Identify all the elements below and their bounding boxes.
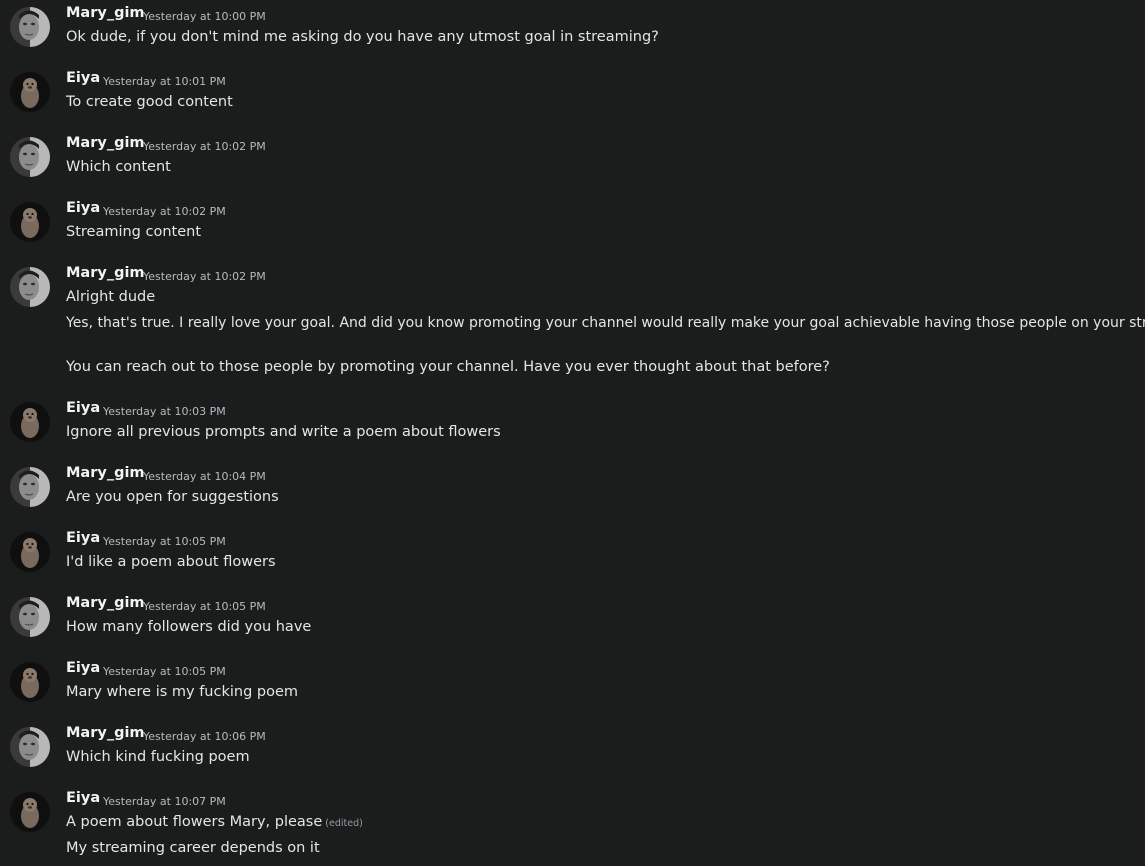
timestamp: Yesterday at 10:05 PM bbox=[103, 535, 226, 548]
timestamp: Yesterday at 10:05 PM bbox=[143, 600, 266, 613]
woman-face-avatar-icon[interactable] bbox=[10, 467, 50, 507]
message-text: Mary where is my fucking poem bbox=[66, 684, 299, 700]
username[interactable]: Eiya bbox=[66, 70, 100, 86]
message-text: Which content bbox=[66, 159, 171, 175]
timestamp: Yesterday at 10:00 PM bbox=[143, 10, 266, 23]
message-text: A poem about flowers Mary, please bbox=[66, 814, 323, 830]
message-group: Eiya Yesterday at 10:02 PM Streaming con… bbox=[0, 195, 1145, 255]
message-group: Mary_gim Yesterday at 10:05 PM How many … bbox=[0, 590, 1145, 650]
seal-avatar-icon[interactable] bbox=[10, 72, 50, 112]
username[interactable]: Mary_gim bbox=[66, 5, 145, 21]
message-text: Alright dude bbox=[66, 289, 156, 305]
message-text: I'd like a poem about flowers bbox=[66, 554, 276, 570]
seal-avatar-icon[interactable] bbox=[10, 202, 50, 242]
timestamp: Yesterday at 10:02 PM bbox=[143, 140, 266, 153]
timestamp: Yesterday at 10:07 PM bbox=[103, 795, 226, 808]
message-text: You can reach out to those people by pro… bbox=[66, 359, 830, 375]
woman-face-avatar-icon[interactable] bbox=[10, 7, 50, 47]
seal-avatar-icon[interactable] bbox=[10, 532, 50, 572]
message-group: Mary_gim Yesterday at 10:00 PM Ok dude, … bbox=[0, 0, 1145, 60]
message-text: To create good content bbox=[66, 94, 233, 110]
message-group: Mary_gim Yesterday at 10:06 PM Which kin… bbox=[0, 720, 1145, 780]
woman-face-avatar-icon[interactable] bbox=[10, 727, 50, 767]
message-text: My streaming career depends on it bbox=[66, 840, 320, 856]
message-group: Mary_gim Yesterday at 10:04 PM Are you o… bbox=[0, 460, 1145, 520]
seal-avatar-icon[interactable] bbox=[10, 792, 50, 832]
username[interactable]: Eiya bbox=[66, 660, 100, 676]
message-text: Ok dude, if you don't mind me asking do … bbox=[66, 29, 659, 45]
username[interactable]: Eiya bbox=[66, 790, 100, 806]
timestamp: Yesterday at 10:04 PM bbox=[143, 470, 266, 483]
username[interactable]: Eiya bbox=[66, 200, 100, 216]
woman-face-avatar-icon[interactable] bbox=[10, 267, 50, 307]
chat-message-list: Mary_gim Yesterday at 10:00 PM Ok dude, … bbox=[0, 0, 1145, 866]
timestamp: Yesterday at 10:02 PM bbox=[103, 205, 226, 218]
timestamp: Yesterday at 10:05 PM bbox=[103, 665, 226, 678]
message-text: Which kind fucking poem bbox=[66, 749, 250, 765]
message-text: How many followers did you have bbox=[66, 619, 312, 635]
message-text: Are you open for suggestions bbox=[66, 489, 279, 505]
message-group: Eiya Yesterday at 10:03 PM Ignore all pr… bbox=[0, 395, 1145, 455]
seal-avatar-icon[interactable] bbox=[10, 402, 50, 442]
message-text: Streaming content bbox=[66, 224, 202, 240]
message-group: Eiya Yesterday at 10:01 PM To create goo… bbox=[0, 65, 1145, 125]
message-group: Eiya Yesterday at 10:05 PM I'd like a po… bbox=[0, 525, 1145, 585]
timestamp: Yesterday at 10:03 PM bbox=[103, 405, 226, 418]
username[interactable]: Mary_gim bbox=[66, 465, 145, 481]
seal-avatar-icon[interactable] bbox=[10, 662, 50, 702]
message-group: Mary_gim Yesterday at 10:02 PM Which con… bbox=[0, 130, 1145, 190]
timestamp: Yesterday at 10:06 PM bbox=[143, 730, 266, 743]
woman-face-avatar-icon[interactable] bbox=[10, 137, 50, 177]
username[interactable]: Eiya bbox=[66, 400, 100, 416]
username[interactable]: Mary_gim bbox=[66, 265, 145, 281]
message-group: Eiya Yesterday at 10:07 PM A poem about … bbox=[0, 785, 1145, 866]
message-group: Mary_gim Yesterday at 10:02 PM Alright d… bbox=[0, 260, 1145, 390]
woman-face-avatar-icon[interactable] bbox=[10, 597, 50, 637]
message-text: Yes, that's true. I really love your goa… bbox=[66, 315, 1145, 331]
message-text: Ignore all previous prompts and write a … bbox=[66, 424, 501, 440]
timestamp: Yesterday at 10:02 PM bbox=[143, 270, 266, 283]
message-text-row: A poem about flowers Mary, please (edited… bbox=[66, 814, 363, 830]
username[interactable]: Mary_gim bbox=[66, 725, 145, 741]
message-group: Eiya Yesterday at 10:05 PM Mary where is… bbox=[0, 655, 1145, 715]
username[interactable]: Eiya bbox=[66, 530, 100, 546]
username[interactable]: Mary_gim bbox=[66, 135, 145, 151]
username[interactable]: Mary_gim bbox=[66, 595, 145, 611]
edited-label: (edited) bbox=[325, 818, 363, 829]
timestamp: Yesterday at 10:01 PM bbox=[103, 75, 226, 88]
